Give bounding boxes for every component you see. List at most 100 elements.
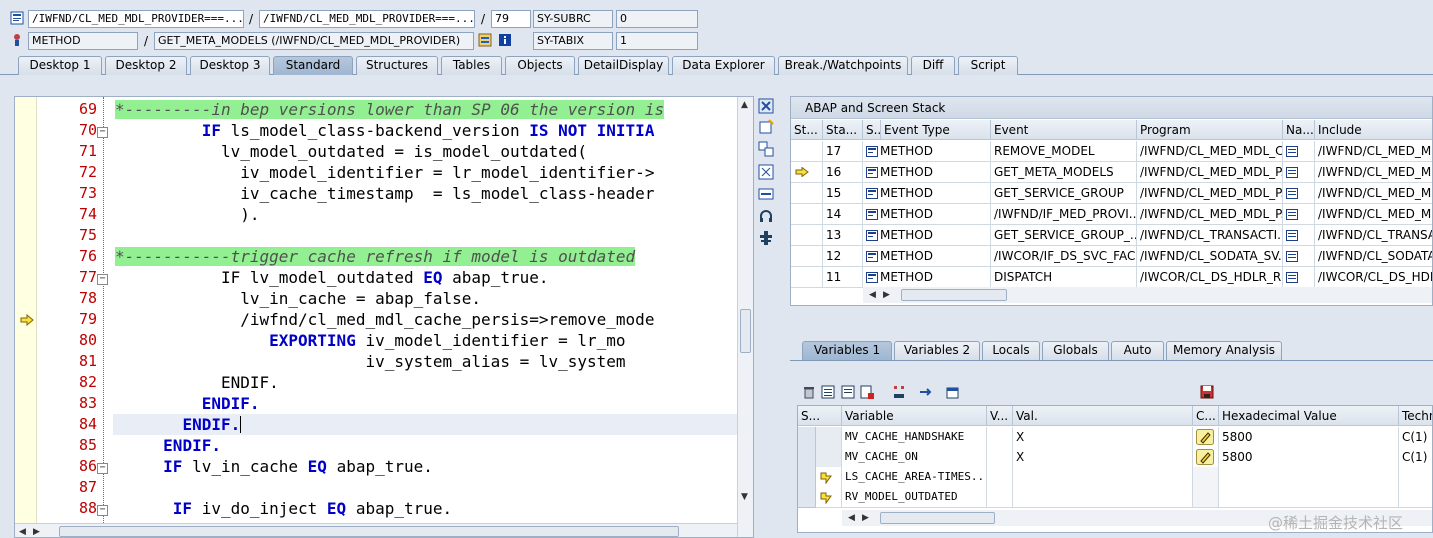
variable-change-cell[interactable] <box>1193 487 1219 508</box>
variables-column-header[interactable]: V... <box>987 406 1013 426</box>
maximize-tool-icon[interactable] <box>758 164 774 180</box>
editor-horizontal-scrollbar[interactable]: ◀ ▶ <box>15 523 737 537</box>
event-field[interactable]: GET_META_MODELS (/IWFND/CL_MED_MDL_PROVI… <box>154 32 474 50</box>
layout-tool-icon[interactable] <box>758 186 774 202</box>
stack-horizontal-scrollbar[interactable]: ◀ ▶ <box>863 287 1432 303</box>
tab-detaildisplay[interactable]: DetailDisplay <box>578 56 669 75</box>
edit-icon[interactable] <box>1196 429 1214 445</box>
scroll-right-icon[interactable]: ▶ <box>33 527 40 537</box>
scroll-right-icon[interactable]: ▶ <box>862 513 869 523</box>
scroll-thumb[interactable] <box>880 512 995 524</box>
navigate-source-icon[interactable] <box>1286 146 1298 157</box>
fold-toggle[interactable]: − <box>97 274 108 285</box>
navigate-source-icon[interactable] <box>1286 188 1298 199</box>
variables-column-header[interactable]: Val. <box>1013 406 1193 426</box>
swap-tool-icon[interactable] <box>758 141 774 157</box>
stack-status-cell[interactable] <box>791 183 823 204</box>
headset-tool-icon[interactable] <box>758 208 774 224</box>
code-line[interactable]: ENDIF. <box>115 435 221 456</box>
sy-subrc-value[interactable]: 0 <box>616 10 698 28</box>
fold-toggle[interactable]: − <box>97 505 108 516</box>
sy-tabix-value[interactable]: 1 <box>616 32 698 50</box>
scroll-right-icon[interactable]: ▶ <box>883 290 890 300</box>
stack-column-header[interactable]: Include <box>1315 120 1432 140</box>
tab-desktop-2[interactable]: Desktop 2 <box>105 56 187 75</box>
stack-navigate-cell[interactable] <box>1283 204 1315 225</box>
var-tab-variables-1[interactable]: Variables 1 <box>802 341 892 360</box>
stack-column-header[interactable]: Program <box>1137 120 1283 140</box>
stack-navigate-cell[interactable] <box>1283 183 1315 204</box>
scroll-thumb[interactable] <box>740 309 751 353</box>
variables-column-header[interactable]: S... <box>798 406 842 426</box>
variable-change-cell[interactable] <box>1193 427 1219 448</box>
scroll-left-icon[interactable]: ◀ <box>19 527 26 537</box>
code-line[interactable]: ). <box>115 204 259 225</box>
save-icon[interactable] <box>1200 385 1214 399</box>
stack-column-header[interactable]: Event <box>991 120 1137 140</box>
tab-desktop-3[interactable]: Desktop 3 <box>190 56 270 75</box>
stack-status-cell[interactable] <box>791 204 823 225</box>
tab-data-explorer[interactable]: Data Explorer <box>672 56 775 75</box>
code-line[interactable]: /iwfnd/cl_med_mdl_cache_persis=>remove_m… <box>115 309 654 330</box>
tab-diff[interactable]: Diff <box>911 56 955 75</box>
edit-icon[interactable] <box>1196 449 1214 465</box>
code-line[interactable]: ENDIF. <box>115 372 279 393</box>
var-tab-memory-analysis[interactable]: Memory Analysis <box>1166 341 1282 360</box>
display-object-icon[interactable] <box>478 33 492 47</box>
variables-column-header[interactable]: Techn <box>1399 406 1432 426</box>
scroll-up-icon[interactable]: ▲ <box>741 100 748 110</box>
navigate-source-icon[interactable] <box>1286 272 1298 283</box>
row-selector[interactable] <box>798 427 816 448</box>
include-field[interactable]: /IWFND/CL_MED_MDL_PROVIDER===... <box>259 10 475 28</box>
scroll-thumb[interactable] <box>901 289 1007 301</box>
tools-icon[interactable] <box>758 230 774 246</box>
stack-column-header[interactable]: Na... <box>1283 120 1315 140</box>
variable-value-cell[interactable]: X <box>1013 427 1193 448</box>
code-line[interactable]: ENDIF. <box>115 393 260 414</box>
variables-column-header[interactable]: Variable <box>842 406 987 426</box>
variable-change-cell[interactable] <box>1193 447 1219 468</box>
variable-name-cell[interactable]: MV_CACHE_ON <box>842 447 987 468</box>
row-selector[interactable] <box>798 467 816 488</box>
tab-script[interactable]: Script <box>958 56 1018 75</box>
stack-status-cell[interactable] <box>791 267 823 288</box>
row-selector[interactable] <box>798 447 816 468</box>
variable-name-cell[interactable]: LS_CACHE_AREA-TIMES... <box>842 467 987 488</box>
tab-objects[interactable]: Objects <box>505 56 575 75</box>
stack-navigate-cell[interactable] <box>1283 225 1315 246</box>
stack-column-header[interactable]: Event Type <box>881 120 991 140</box>
tab-standard[interactable]: Standard <box>273 56 353 75</box>
event-type-field[interactable]: METHOD <box>28 32 138 50</box>
close-tool-icon[interactable] <box>758 98 774 114</box>
scroll-thumb[interactable] <box>59 526 679 537</box>
var-tab-globals[interactable]: Globals <box>1042 341 1109 360</box>
scroll-left-icon[interactable]: ◀ <box>869 290 876 300</box>
info-icon[interactable] <box>498 33 512 47</box>
variable-value-cell[interactable]: X <box>1013 447 1193 468</box>
stack-navigate-cell[interactable] <box>1283 162 1315 183</box>
stack-status-cell[interactable] <box>791 225 823 246</box>
code-line[interactable]: iv_cache_timestamp = ls_model_class-head… <box>115 183 654 204</box>
code-line[interactable]: ENDIF. <box>115 414 242 435</box>
variable-value-cell[interactable] <box>1013 487 1193 508</box>
tab-break-watchpoints[interactable]: Break./Watchpoints <box>778 56 908 75</box>
code-line[interactable]: lv_in_cache = abap_false. <box>115 288 481 309</box>
line-number-field[interactable]: 79 <box>491 10 531 28</box>
code-line[interactable]: iv_model_identifier = lr_model_identifie… <box>115 162 654 183</box>
source-code-editor[interactable]: 69 70 71 72 73 74 75 76 77 78 79 80 81 82 83 84 85 86 87 88… <box>14 96 754 538</box>
tab-desktop-1[interactable]: Desktop 1 <box>18 56 102 75</box>
code-line[interactable]: IF ls_model_class-backend_version IS NOT… <box>115 120 655 141</box>
list-icon[interactable] <box>821 385 835 399</box>
code-line[interactable]: IF iv_do_inject EQ abap_true. <box>115 498 452 519</box>
tree-icon[interactable] <box>892 385 906 399</box>
stack-navigate-cell[interactable] <box>1283 246 1315 267</box>
code-line[interactable]: IF lv_in_cache EQ abap_true. <box>115 456 433 477</box>
navigate-icon[interactable] <box>918 385 932 399</box>
variables-column-header[interactable]: Hexadecimal Value <box>1219 406 1399 426</box>
stack-status-cell[interactable] <box>791 141 823 162</box>
var-tab-locals[interactable]: Locals <box>982 341 1040 360</box>
variable-value-cell[interactable] <box>1013 467 1193 488</box>
stack-column-header[interactable]: St... <box>791 120 823 140</box>
variable-name-cell[interactable]: RV_MODEL_OUTDATED <box>842 487 987 508</box>
stack-status-cell[interactable] <box>791 246 823 267</box>
